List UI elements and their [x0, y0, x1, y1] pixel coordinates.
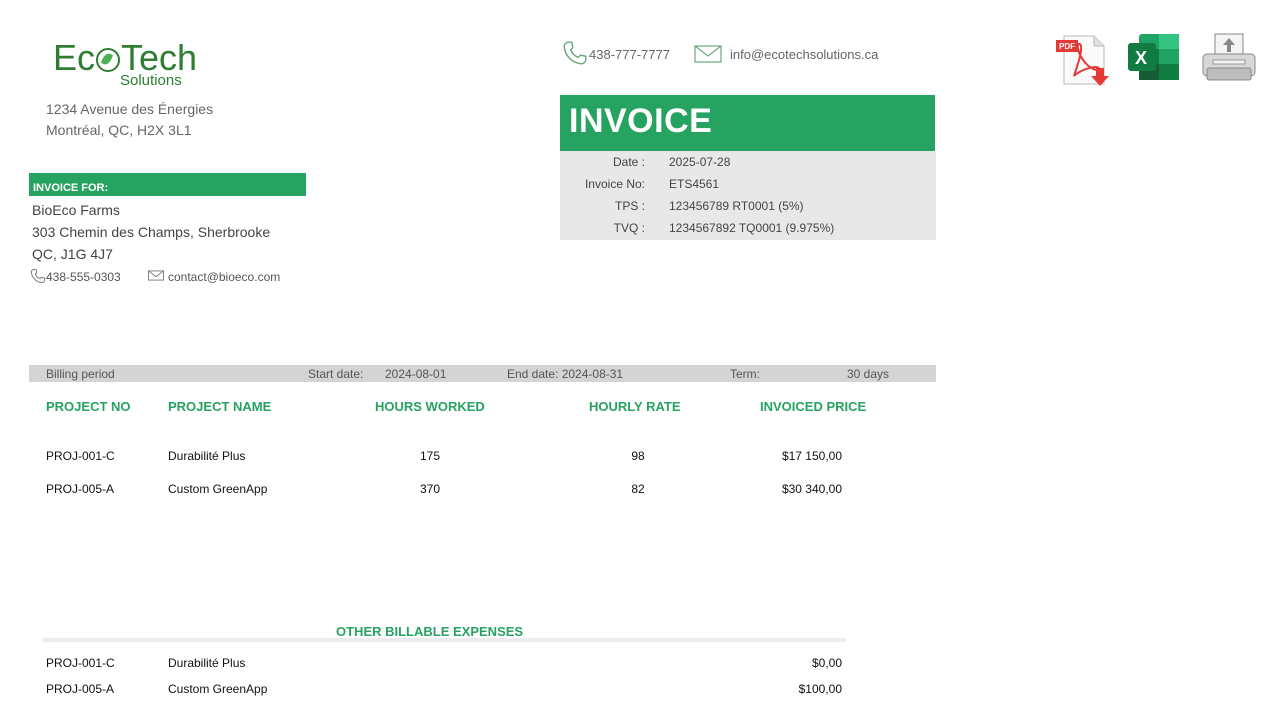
end-date: End date: 2024-08-31	[507, 367, 624, 381]
client-name: BioEco Farms	[32, 202, 120, 218]
other-expenses-title: OTHER BILLABLE EXPENSES	[336, 624, 524, 639]
invoice-title: INVOICE	[569, 102, 713, 140]
meta-label: TVQ :	[613, 221, 645, 235]
billing-period-bar	[29, 365, 936, 382]
start-date-value: 2024-08-01	[385, 367, 447, 381]
meta-value: 2025-07-28	[669, 155, 731, 169]
cell-hours: 370	[419, 482, 441, 496]
client-phone-icon	[30, 268, 46, 284]
term-value: 30 days	[847, 367, 890, 381]
header-project-name: PROJECT NAME	[168, 399, 272, 414]
meta-row-date: Date : 2025-07-28	[560, 151, 936, 173]
start-date-label: Start date:	[308, 367, 364, 381]
cell-rate: 98	[631, 449, 645, 463]
mail-icon	[694, 45, 722, 63]
excel-badge-label: X	[1135, 48, 1148, 68]
invoice-for-label: INVOICE FOR:	[33, 182, 109, 194]
header-project-no: PROJECT NO	[46, 399, 131, 414]
company-email[interactable]: info@ecotechsolutions.ca	[730, 47, 878, 62]
expense-project-name: Durabilité Plus	[168, 656, 246, 670]
term-label: Term:	[730, 367, 760, 381]
cell-project-no: PROJ-001-C	[46, 449, 115, 463]
cell-project-no: PROJ-005-A	[46, 482, 115, 496]
expense-project-no: PROJ-005-A	[46, 682, 115, 696]
printer-icon	[1202, 33, 1256, 81]
phone-icon	[562, 40, 588, 66]
logo-text-left: Ec	[53, 37, 96, 78]
cell-rate: 82	[631, 482, 645, 496]
globe-leaf-icon	[96, 48, 121, 72]
meta-value: 123456789 RT0001 (5%)	[669, 199, 804, 213]
company-address-line2: Montréal, QC, H2X 3L1	[46, 122, 192, 138]
client-address-line1: 303 Chemin des Champs, Sherbrooke	[32, 224, 271, 240]
client-address-line2: QC, J1G 4J7	[32, 246, 113, 262]
header-hours-worked: HOURS WORKED	[375, 399, 485, 414]
cell-hours: 175	[419, 449, 441, 463]
client-phone: 438-555-0303	[46, 270, 121, 284]
meta-row-invoice-no: Invoice No: ETS4561	[560, 173, 936, 195]
expense-amount: $0,00	[811, 656, 842, 670]
meta-row-tvq: TVQ : 1234567892 TQ0001 (9.975%)	[560, 217, 936, 239]
invoice-meta-panel: Date : 2025-07-28 Invoice No: ETS4561 TP…	[560, 151, 936, 240]
cell-project-name: Durabilité Plus	[168, 449, 246, 463]
cell-price: $30 340,00	[781, 482, 842, 496]
company-phone: 438-777-7777	[589, 47, 670, 62]
meta-row-tps: TPS : 123456789 RT0001 (5%)	[560, 195, 936, 217]
expense-project-no: PROJ-001-C	[46, 656, 115, 670]
other-expenses-divider	[43, 638, 846, 642]
expense-project-name: Custom GreenApp	[168, 682, 268, 696]
meta-label: TPS :	[614, 199, 645, 213]
meta-value: 1234567892 TQ0001 (9.975%)	[669, 221, 835, 235]
export-excel-button[interactable]: X	[1127, 32, 1181, 82]
export-pdf-button[interactable]: PDF	[1056, 34, 1112, 88]
cell-price: $17 150,00	[781, 449, 842, 463]
meta-label: Invoice No:	[584, 177, 645, 191]
meta-value: ETS4561	[669, 177, 720, 191]
header-invoiced-price: INVOICED PRICE	[760, 399, 867, 414]
company-address-line1: 1234 Avenue des Énergies	[46, 101, 214, 117]
header-hourly-rate: HOURLY RATE	[589, 399, 681, 414]
billing-period-label: Billing period	[46, 367, 115, 381]
logo-subtitle: Solutions	[120, 72, 182, 89]
pdf-badge-label: PDF	[1059, 42, 1075, 51]
expense-amount: $100,00	[798, 682, 842, 696]
client-mail-icon	[148, 270, 164, 281]
meta-label: Date :	[612, 155, 645, 169]
client-email[interactable]: contact@bioeco.com	[168, 270, 280, 284]
cell-project-name: Custom GreenApp	[168, 482, 268, 496]
print-button[interactable]	[1201, 32, 1257, 84]
